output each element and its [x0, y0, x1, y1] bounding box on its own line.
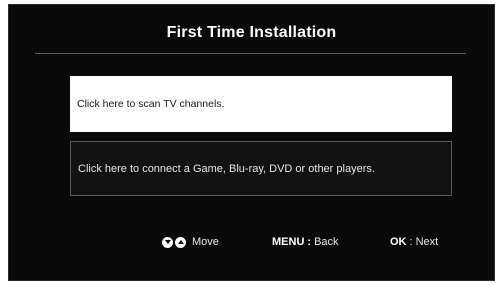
- next-hint-label: Next: [415, 236, 439, 248]
- connect-players-label: Click here to connect a Game, Blu-ray, D…: [78, 162, 375, 175]
- back-hint-separator: :: [307, 236, 312, 248]
- button-hints-bar: Move MENU : Back OK : Next: [9, 236, 494, 252]
- connect-players-option[interactable]: Click here to connect a Game, Blu-ray, D…: [70, 141, 452, 196]
- move-hint-label: Move: [192, 236, 219, 248]
- arrow-up-icon: [175, 236, 186, 248]
- arrow-down-icon: [162, 236, 173, 248]
- page-title: First Time Installation: [166, 24, 337, 41]
- back-hint: MENU : Back: [272, 236, 339, 248]
- scan-channels-option[interactable]: Click here to scan TV channels.: [70, 76, 452, 132]
- next-hint: OK : Next: [390, 236, 438, 248]
- menu-key-label: MENU: [272, 236, 305, 248]
- installation-screen: First Time Installation Click here to sc…: [8, 4, 495, 281]
- back-hint-label: Back: [314, 236, 339, 248]
- move-hint: Move: [162, 236, 219, 248]
- title-divider: [35, 53, 466, 54]
- scan-channels-label: Click here to scan TV channels.: [77, 98, 225, 110]
- next-hint-separator: :: [409, 236, 413, 248]
- ok-key-label: OK: [390, 236, 407, 248]
